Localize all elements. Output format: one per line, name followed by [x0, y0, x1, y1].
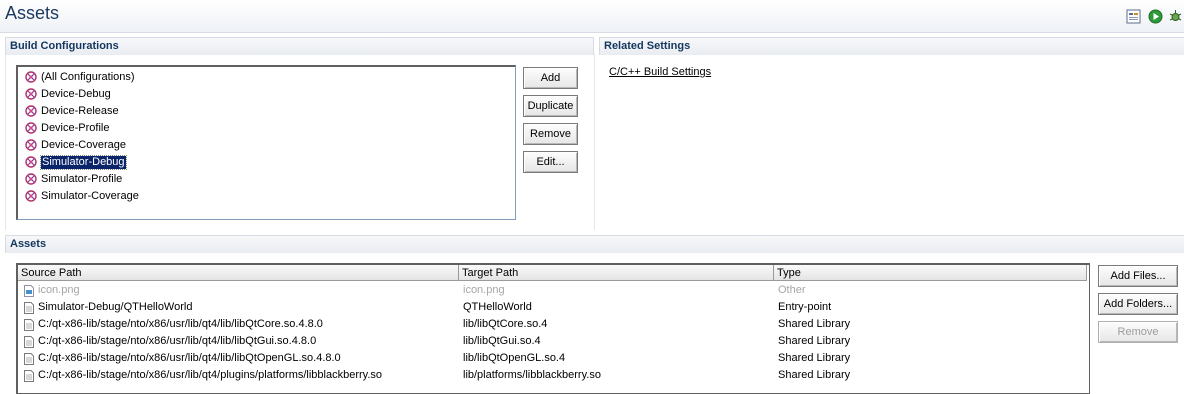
cpp-build-settings-link[interactable]: C/C++ Build Settings: [609, 66, 711, 78]
related-settings-section-header: Related Settings: [599, 37, 1184, 55]
type-cell: Shared Library: [778, 335, 851, 347]
table-row[interactable]: C:/qt-x86-lib/stage/nto/x86/usr/lib/qt4/…: [18, 367, 1087, 384]
build-config-label: Device-Debug: [41, 88, 111, 100]
type-cell: Other: [778, 284, 806, 296]
type-cell: Entry-point: [778, 301, 832, 313]
build-config-icon: [25, 190, 37, 202]
add-files-button[interactable]: Add Files...: [1098, 265, 1178, 287]
editor-header: Assets: [0, 0, 1184, 33]
assets-table[interactable]: Source Path Target Path Type icon.png ico…: [16, 263, 1090, 394]
target-path-cell: QTHelloWorld: [463, 301, 532, 313]
table-row[interactable]: Simulator-Debug/QTHelloWorld QTHelloWorld…: [18, 299, 1087, 316]
build-config-label: (All Configurations): [41, 71, 135, 83]
source-path-cell: C:/qt-x86-lib/stage/nto/x86/usr/lib/qt4/…: [38, 318, 323, 330]
build-config-icon: [25, 71, 37, 83]
column-header-type[interactable]: Type: [774, 265, 1087, 281]
table-row[interactable]: C:/qt-x86-lib/stage/nto/x86/usr/lib/qt4/…: [18, 350, 1087, 367]
build-config-label: Simulator-Debug: [40, 155, 127, 170]
table-row[interactable]: C:/qt-x86-lib/stage/nto/x86/usr/lib/qt4/…: [18, 316, 1087, 333]
duplicate-config-button[interactable]: Duplicate: [523, 95, 578, 117]
file-icon: [24, 336, 34, 348]
build-config-icon: [25, 122, 37, 134]
build-config-icon: [25, 139, 37, 151]
source-path-cell: C:/qt-x86-lib/stage/nto/x86/usr/lib/qt4/…: [38, 369, 383, 381]
build-config-label: Device-Coverage: [41, 139, 126, 151]
image-file-icon: [24, 285, 34, 297]
type-cell: Shared Library: [778, 352, 851, 364]
build-config-label: Simulator-Coverage: [41, 190, 139, 202]
column-header-target-path[interactable]: Target Path: [459, 265, 774, 281]
file-icon: [24, 370, 34, 382]
file-icon: [24, 319, 34, 331]
type-cell: Shared Library: [778, 369, 851, 381]
remove-config-button[interactable]: Remove: [523, 123, 578, 145]
run-icon[interactable]: [1148, 9, 1163, 24]
source-path-cell: Simulator-Debug/QTHelloWorld: [38, 301, 193, 313]
target-path-cell: icon.png: [463, 284, 505, 296]
target-path-cell: lib/platforms/libblackberry.so: [463, 369, 601, 381]
type-cell: Shared Library: [778, 318, 851, 330]
assets-title: Assets: [10, 238, 47, 250]
build-config-label: Simulator-Profile: [41, 173, 123, 185]
file-icon: [24, 353, 34, 365]
edit-config-button[interactable]: Edit...: [523, 151, 578, 173]
column-header-source-path[interactable]: Source Path: [18, 265, 459, 281]
build-config-section-header: Build Configurations: [5, 37, 594, 55]
source-path-cell: C:/qt-x86-lib/stage/nto/x86/usr/lib/qt4/…: [38, 335, 317, 347]
table-row[interactable]: icon.png icon.png Other: [18, 282, 1087, 299]
related-settings-title: Related Settings: [604, 40, 691, 52]
remove-asset-button[interactable]: Remove: [1098, 321, 1178, 343]
file-icon: [24, 302, 34, 314]
build-config-icon: [25, 88, 37, 100]
build-config-icon: [25, 105, 37, 117]
add-folders-button[interactable]: Add Folders...: [1098, 293, 1178, 315]
build-config-label: Device-Release: [41, 105, 119, 117]
add-config-button[interactable]: Add: [523, 67, 578, 89]
layout-icon[interactable]: [1126, 9, 1141, 24]
build-config-list[interactable]: (All Configurations) Device-Debug Device-R…: [16, 65, 516, 220]
build-config-title: Build Configurations: [10, 40, 119, 52]
target-path-cell: lib/libQtGui.so.4: [463, 335, 541, 347]
source-path-cell: C:/qt-x86-lib/stage/nto/x86/usr/lib/qt4/…: [38, 352, 341, 364]
page-title: Assets: [5, 3, 60, 23]
build-config-icon: [25, 156, 37, 168]
build-config-label: Device-Profile: [41, 122, 110, 134]
target-path-cell: lib/libQtCore.so.4: [463, 318, 548, 330]
target-path-cell: lib/libQtOpenGL.so.4: [463, 352, 566, 364]
source-path-cell: icon.png: [38, 284, 80, 296]
debug-icon[interactable]: [1168, 9, 1183, 24]
assets-section-header: Assets: [5, 235, 1184, 253]
build-config-icon: [25, 173, 37, 185]
table-row[interactable]: C:/qt-x86-lib/stage/nto/x86/usr/lib/qt4/…: [18, 333, 1087, 350]
